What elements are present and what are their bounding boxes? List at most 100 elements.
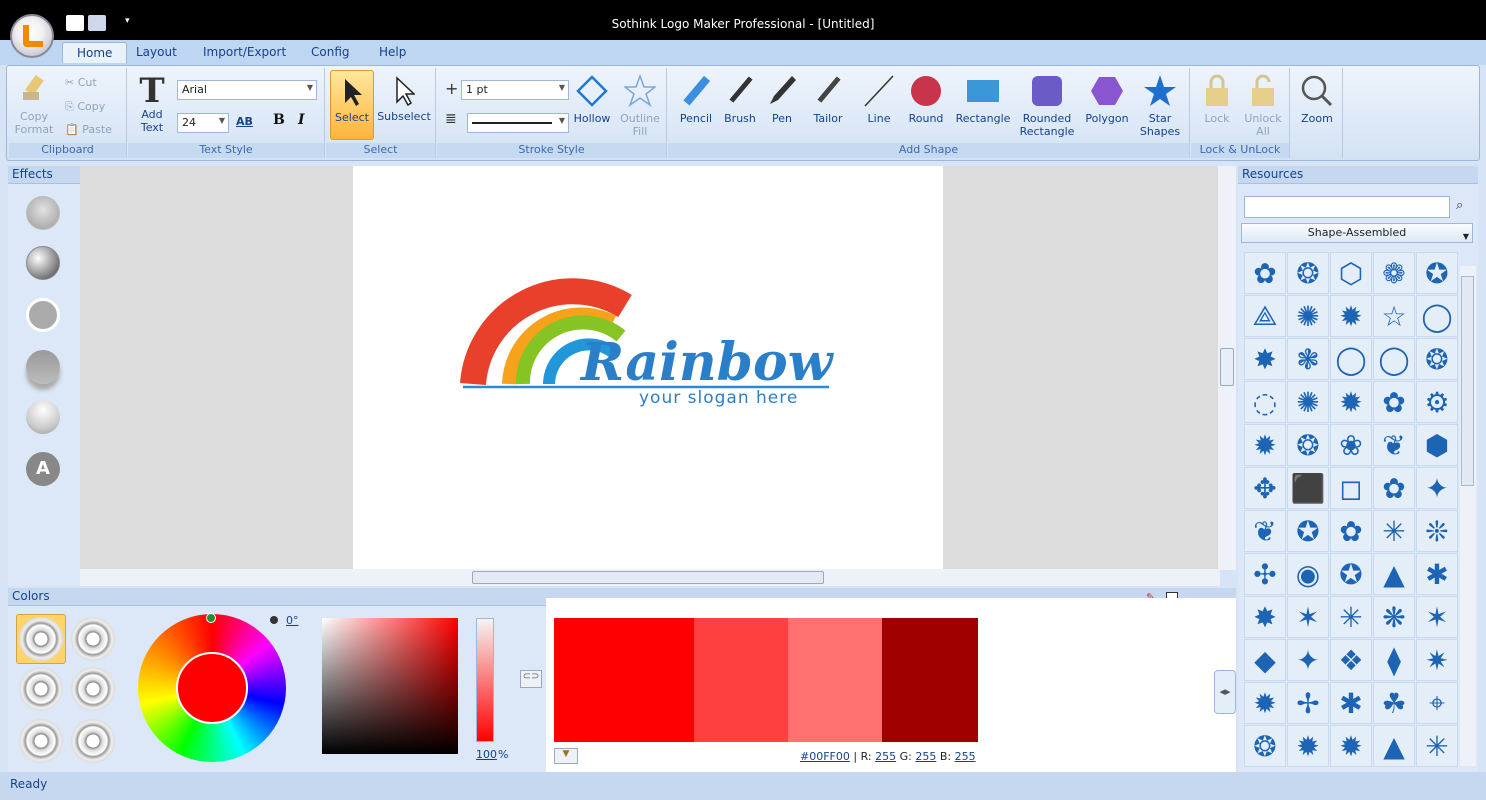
shape-thumbnail[interactable]: ✹ (1330, 381, 1372, 423)
opacity-value[interactable]: 100 (476, 748, 497, 761)
shape-thumbnail[interactable]: ❂ (1244, 725, 1286, 767)
zoom-button[interactable]: Zoom (1297, 74, 1337, 125)
tailor-button[interactable]: Tailor (808, 74, 848, 125)
shape-thumbnail[interactable]: ✪ (1287, 510, 1329, 552)
shape-thumbnail[interactable]: ◌ (1244, 381, 1286, 423)
shape-thumbnail[interactable]: ⬡ (1330, 252, 1372, 294)
collapse-panel-button[interactable]: ◂▸ (1214, 670, 1236, 714)
shape-thumbnail[interactable]: ◯ (1330, 338, 1372, 380)
font-size-select[interactable]: 24 ▼ (177, 113, 229, 133)
design-page[interactable]: Rainbow your slogan here (353, 166, 943, 570)
canvas-horizontal-scrollbar[interactable] (80, 569, 1220, 586)
quick-access-dropdown-icon[interactable]: ▾ (125, 16, 130, 26)
shape-thumbnail[interactable]: ✹ (1244, 424, 1286, 466)
shape-thumbnail[interactable]: ❊ (1416, 510, 1458, 552)
shape-thumbnail[interactable]: ❂ (1287, 424, 1329, 466)
shape-thumbnail[interactable]: ❦ (1244, 510, 1286, 552)
shape-thumbnail[interactable]: ✿ (1244, 252, 1286, 294)
shape-thumbnail[interactable]: ◯ (1373, 338, 1415, 380)
shape-thumbnail[interactable]: ☆ (1373, 295, 1415, 337)
red-value[interactable]: 255 (875, 750, 896, 763)
color-swatch[interactable] (694, 618, 788, 742)
copy-format-button[interactable]: Copy Format (13, 74, 55, 136)
subselect-button[interactable]: Subselect (376, 76, 432, 123)
swatch-menu-button[interactable]: ▼ (554, 748, 578, 764)
shape-thumbnail[interactable]: ✢ (1287, 682, 1329, 724)
effect-gloss-swatch[interactable] (26, 400, 60, 434)
color-swatch[interactable] (788, 618, 882, 742)
rounded-rectangle-button[interactable]: Rounded Rectangle (1018, 74, 1076, 138)
shape-thumbnail[interactable]: ❀ (1330, 424, 1372, 466)
tab-layout[interactable]: Layout (136, 45, 177, 59)
canvas-vertical-scrollbar[interactable] (1218, 166, 1236, 570)
shape-thumbnail[interactable]: ⟁ (1244, 295, 1286, 337)
color-swatch[interactable] (554, 618, 694, 742)
color-scheme-preset-5[interactable] (19, 719, 63, 763)
logo-name-text[interactable]: Rainbow (581, 332, 832, 393)
shape-thumbnail[interactable]: ❋ (1373, 596, 1415, 638)
shape-thumbnail[interactable]: ⧫ (1373, 639, 1415, 681)
shape-thumbnail[interactable]: ✦ (1416, 467, 1458, 509)
resource-search-input[interactable] (1244, 196, 1450, 218)
scroll-thumb[interactable] (1461, 276, 1474, 486)
scroll-thumb[interactable] (472, 571, 824, 584)
shape-thumbnail[interactable]: ✱ (1416, 553, 1458, 595)
add-text-button[interactable]: T Add Text (132, 74, 172, 134)
star-shapes-button[interactable]: Star Shapes (1136, 74, 1184, 138)
shape-thumbnail[interactable]: ❦ (1373, 424, 1415, 466)
effect-shadow-swatch[interactable] (26, 350, 60, 384)
shape-thumbnail[interactable]: ❃ (1287, 338, 1329, 380)
shape-thumbnail[interactable]: ✺ (1287, 381, 1329, 423)
brush-button[interactable]: Brush (720, 74, 760, 125)
italic-button[interactable]: I (298, 113, 305, 127)
green-value[interactable]: 255 (915, 750, 936, 763)
effect-bevel-swatch[interactable] (26, 246, 60, 280)
effect-text-swatch[interactable]: A (26, 452, 60, 486)
shape-thumbnail[interactable]: ✪ (1330, 553, 1372, 595)
unlock-all-button[interactable]: Unlock All (1241, 74, 1285, 138)
color-scheme-preset-3[interactable] (19, 667, 63, 711)
shape-thumbnail[interactable]: ✿ (1373, 381, 1415, 423)
shape-thumbnail[interactable]: ❁ (1373, 252, 1415, 294)
shape-thumbnail[interactable]: ❖ (1330, 639, 1372, 681)
shape-thumbnail[interactable]: ◯ (1416, 295, 1458, 337)
tab-config[interactable]: Config (311, 45, 350, 59)
shape-thumbnail[interactable]: ✿ (1373, 467, 1415, 509)
pencil-button[interactable]: Pencil (676, 74, 716, 125)
shape-thumbnail[interactable]: ✳ (1330, 596, 1372, 638)
stroke-width-select[interactable]: 1 pt ▼ (461, 80, 569, 100)
shape-thumbnail[interactable]: ▲ (1373, 553, 1415, 595)
shape-thumbnail[interactable]: ✥ (1244, 467, 1286, 509)
shape-thumbnail[interactable]: ✳ (1373, 510, 1415, 552)
shape-thumbnail[interactable]: ✪ (1416, 252, 1458, 294)
shape-thumbnail[interactable]: ☘ (1373, 682, 1415, 724)
shape-thumbnail[interactable]: ✹ (1330, 295, 1372, 337)
shape-thumbnail[interactable]: ✣ (1244, 553, 1286, 595)
search-icon[interactable]: ⌕ (1456, 198, 1463, 213)
shape-thumbnail[interactable]: ◻ (1330, 467, 1372, 509)
shape-thumbnail[interactable]: ⌖ (1416, 682, 1458, 724)
saturation-brightness-picker[interactable] (322, 618, 458, 754)
hex-value[interactable]: #00FF00 (800, 750, 850, 763)
copy-button[interactable]: ⎘ Copy (65, 100, 105, 113)
color-scheme-preset-6[interactable] (71, 719, 115, 763)
tab-home[interactable]: Home (62, 42, 128, 63)
outline-fill-button[interactable]: Outline Fill (617, 74, 663, 138)
shape-thumbnail[interactable]: ◆ (1244, 639, 1286, 681)
logo-slogan-text[interactable]: your slogan here (639, 388, 798, 408)
effect-outline-swatch[interactable] (26, 298, 60, 332)
shape-thumbnail[interactable]: ✸ (1244, 338, 1286, 380)
shape-thumbnail[interactable]: ✦ (1287, 639, 1329, 681)
hue-handle[interactable] (206, 613, 216, 623)
cut-button[interactable]: ✂ Cut (65, 76, 97, 89)
hue-angle-value[interactable]: 0° (286, 614, 299, 627)
shape-thumbnail[interactable]: ⬢ (1416, 424, 1458, 466)
shape-thumbnail[interactable]: ▲ (1373, 725, 1415, 767)
tab-help[interactable]: Help (379, 45, 406, 59)
shape-thumbnail[interactable]: ✶ (1416, 596, 1458, 638)
shape-thumbnail[interactable]: ✹ (1330, 725, 1372, 767)
shape-thumbnail[interactable]: ❂ (1287, 252, 1329, 294)
line-style-select[interactable]: ▼ (467, 113, 569, 133)
link-icon[interactable]: ⊂⊃ (520, 670, 542, 688)
shape-thumbnail[interactable]: ✹ (1287, 725, 1329, 767)
